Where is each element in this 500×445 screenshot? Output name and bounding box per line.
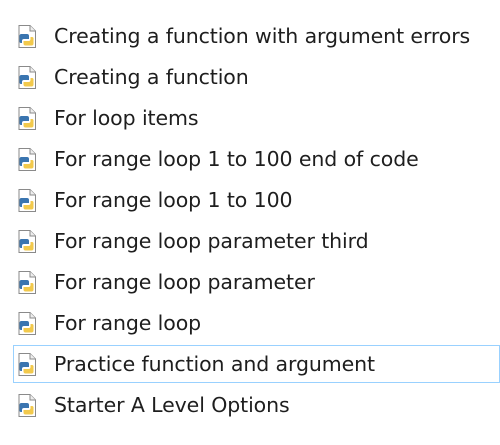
list-item-hovered[interactable]: Practice function and argument — [13, 345, 500, 383]
file-name: For range loop 1 to 100 end of code — [54, 147, 419, 171]
file-name: Creating a function with argument errors — [54, 24, 471, 48]
list-item[interactable]: For range loop parameter third — [13, 222, 500, 260]
file-name: Starter A Level Options — [54, 393, 290, 417]
python-file-icon — [16, 65, 39, 90]
python-file-icon — [16, 147, 39, 172]
list-item[interactable]: Starter A Level Options — [13, 386, 500, 424]
file-name: Creating a function — [54, 65, 249, 89]
file-name: For loop items — [54, 106, 199, 130]
python-file-icon — [16, 352, 39, 377]
list-item[interactable]: For loop items — [13, 99, 500, 137]
python-file-icon — [16, 188, 39, 213]
python-file-icon — [16, 229, 39, 254]
python-file-icon — [16, 311, 39, 336]
file-list: Creating a function with argument errors… — [0, 0, 500, 445]
list-item[interactable]: For range loop — [13, 304, 500, 342]
list-item[interactable]: Creating a function with argument errors — [13, 17, 500, 55]
file-name: For range loop parameter third — [54, 229, 369, 253]
file-name: For range loop 1 to 100 — [54, 188, 293, 212]
python-file-icon — [16, 270, 39, 295]
python-file-icon — [16, 393, 39, 418]
list-item[interactable]: For range loop parameter — [13, 263, 500, 301]
list-item[interactable]: For range loop 1 to 100 end of code — [13, 140, 500, 178]
list-item[interactable]: For range loop 1 to 100 — [13, 181, 500, 219]
python-file-icon — [16, 106, 39, 131]
file-name: For range loop parameter — [54, 270, 315, 294]
file-name: For range loop — [54, 311, 202, 335]
python-file-icon — [16, 24, 39, 49]
file-name: Practice function and argument — [54, 352, 375, 376]
list-item[interactable]: Creating a function — [13, 58, 500, 96]
